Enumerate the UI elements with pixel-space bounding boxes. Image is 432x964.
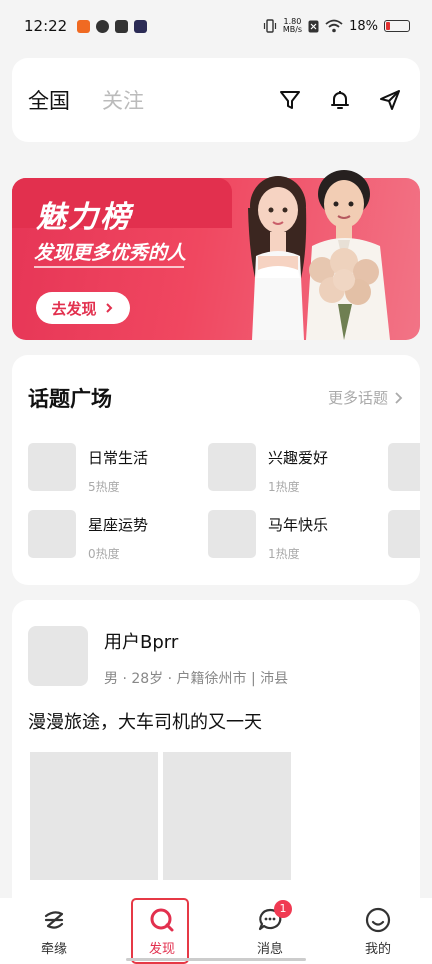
post-user-info: 男 · 28岁 · 户籍徐州市 | 沛县	[104, 671, 289, 687]
topic-name: 马年快乐	[268, 516, 329, 534]
chevron-right-icon	[395, 391, 403, 404]
discover-button-label: 去发现	[51, 299, 97, 318]
discover-button[interactable]: 去发现	[36, 292, 130, 324]
tab-nationwide[interactable]: 全国	[28, 85, 70, 115]
more-topics-link[interactable]: 更多话题	[328, 387, 404, 408]
chevron-right-icon	[105, 303, 112, 313]
nav-label: 牵缘	[40, 941, 67, 957]
filter-button[interactable]	[276, 86, 304, 114]
filter-icon	[280, 91, 300, 109]
topic-name: 星座运势	[88, 516, 149, 534]
topic-name: 兴趣爱好	[268, 449, 329, 467]
qianyuan-icon	[44, 910, 64, 929]
topic-thumbnail	[208, 443, 256, 491]
network-speed: 1.80 MB/s	[283, 18, 302, 34]
status-time: 12:22	[24, 17, 68, 35]
topic-item[interactable]: 马年快乐 1热度	[208, 510, 328, 562]
battery-percent: 18%	[349, 18, 378, 34]
mail-icon	[115, 19, 129, 33]
nav-label: 我的	[364, 941, 391, 957]
send-icon	[380, 90, 400, 110]
topic-thumbnail	[208, 510, 256, 558]
banner-title: 魅力榜	[36, 200, 132, 235]
topic-item[interactable]: 日常生活 5热度	[28, 443, 148, 495]
header-card: 全国 关注	[12, 58, 420, 142]
topic-item[interactable]: 星座运势 0热度	[28, 510, 148, 562]
post-username[interactable]: 用户Bprr	[104, 628, 178, 654]
topic-heat: 1热度	[268, 480, 300, 494]
send-button[interactable]	[376, 86, 404, 114]
network-speed-unit: MB/s	[282, 25, 303, 34]
post-image[interactable]	[30, 752, 158, 880]
nav-item-qianyuan[interactable]: 牵缘	[14, 906, 94, 957]
sim-icon	[308, 20, 319, 32]
tab-following[interactable]: 关注	[102, 85, 144, 115]
status-right: 1.80 MB/s 18%	[263, 18, 410, 34]
topic-square-title: 话题广场	[28, 387, 112, 411]
couple-illustration	[248, 170, 390, 340]
topic-square-card: 话题广场 更多话题 日常生活 5热度 兴趣爱好 1热度 星座运势 0热度 马年快…	[12, 355, 420, 585]
bottom-nav: 牵缘 发现 1 消息 我的	[0, 898, 432, 964]
battery-icon	[384, 20, 410, 32]
topic-item[interactable]: 兴趣爱好 1热度	[208, 443, 328, 495]
nav-label: 消息	[256, 941, 283, 957]
battery-level	[386, 22, 391, 30]
topic-name: 日常生活	[88, 449, 149, 467]
topic-heat: 0热度	[88, 547, 120, 561]
topic-heat: 1热度	[268, 547, 300, 561]
message-badge: 1	[274, 899, 292, 918]
topic-thumbnail	[28, 443, 76, 491]
banner-subtitle: 发现更多优秀的人	[34, 242, 187, 264]
nav-item-messages[interactable]: 1 消息	[230, 899, 310, 957]
post-image[interactable]	[163, 752, 291, 880]
topic-thumbnail	[28, 510, 76, 558]
wifi-icon	[325, 19, 343, 33]
status-left: 12:22	[24, 17, 148, 35]
banner-subtitle-underline	[34, 266, 184, 268]
vibrate-icon	[263, 19, 276, 33]
notification-button[interactable]	[326, 86, 354, 114]
bell-icon	[331, 91, 349, 109]
feed-post-card[interactable]: 用户Bprr 男 · 28岁 · 户籍徐州市 | 沛县 漫漫旅途，大车司机的又一…	[12, 600, 420, 920]
avatar[interactable]	[28, 626, 88, 686]
app-play-icon	[134, 19, 148, 33]
topic-thumbnail-partial[interactable]	[388, 443, 420, 491]
nav-item-profile[interactable]: 我的	[338, 906, 418, 957]
post-text: 漫漫旅途，大车司机的又一天	[28, 712, 262, 733]
status-bar: 12:22 1.80 MB/s 18%	[0, 0, 432, 52]
charm-ranking-banner[interactable]: 魅力榜 发现更多优秀的人 去发现	[12, 158, 420, 340]
more-topics-label: 更多话题	[327, 389, 388, 407]
header-actions	[276, 86, 404, 114]
topic-thumbnail-partial[interactable]	[388, 510, 420, 558]
topic-heat: 5热度	[88, 480, 120, 494]
home-indicator[interactable]	[126, 958, 306, 961]
profile-icon	[365, 907, 391, 932]
selection-highlight	[131, 898, 189, 964]
app-refresh-icon	[96, 19, 110, 33]
app-notification-icon	[77, 19, 91, 33]
